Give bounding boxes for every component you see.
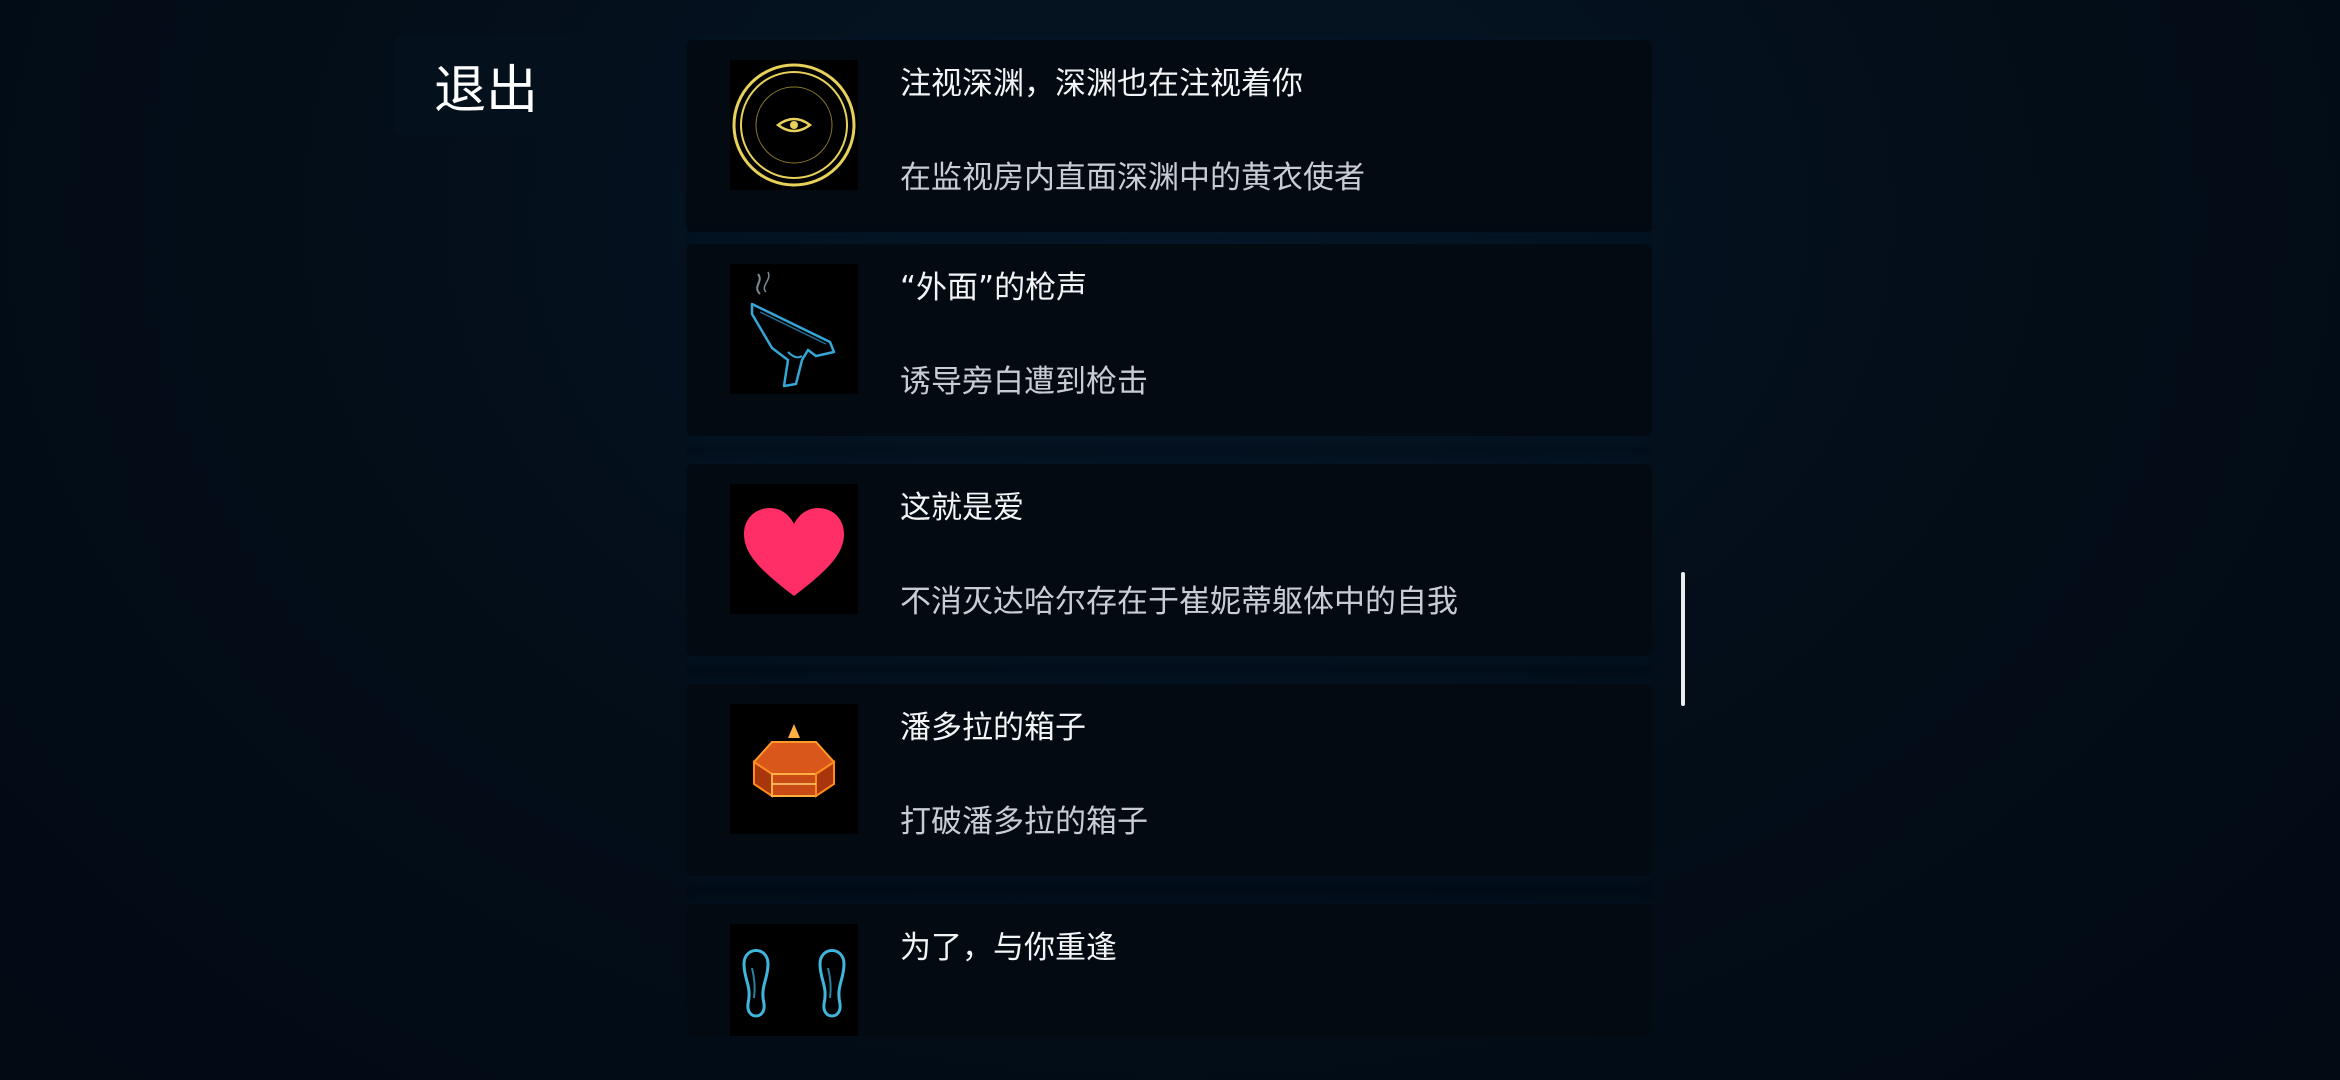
achievement-item[interactable]: 潘多拉的箱子 打破潘多拉的箱子 xyxy=(686,684,1652,876)
achievement-title: 为了，与你重逢 xyxy=(900,930,1117,966)
achievement-title: “外面”的枪声 xyxy=(900,270,1088,306)
pandora-box-icon xyxy=(730,704,858,834)
scrollbar[interactable] xyxy=(1681,572,1685,706)
achievement-list[interactable]: 注视深渊，深渊也在注视着你 在监视房内直面深渊中的黄衣使者 “外面”的枪声 诱导… xyxy=(686,36,1652,1036)
twin-figures-icon xyxy=(730,924,858,1036)
achievement-description: 诱导旁白遭到枪击 xyxy=(900,364,1148,400)
achievement-title: 这就是爱 xyxy=(900,490,1024,526)
eye-circle-icon xyxy=(730,60,858,190)
exit-button[interactable]: 退出 xyxy=(395,35,577,135)
achievement-item[interactable]: 为了，与你重逢 xyxy=(686,904,1652,1036)
achievement-item[interactable]: “外面”的枪声 诱导旁白遭到枪击 xyxy=(686,244,1652,436)
achievement-title: 注视深渊，深渊也在注视着你 xyxy=(900,66,1303,102)
pistol-icon xyxy=(730,264,858,394)
achievement-description: 打破潘多拉的箱子 xyxy=(900,804,1148,840)
achievement-item[interactable]: 这就是爱 不消灭达哈尔存在于崔妮蒂躯体中的自我 xyxy=(686,464,1652,656)
achievement-item[interactable]: 注视深渊，深渊也在注视着你 在监视房内直面深渊中的黄衣使者 xyxy=(686,40,1652,232)
achievement-description: 不消灭达哈尔存在于崔妮蒂躯体中的自我 xyxy=(900,584,1458,620)
heart-icon xyxy=(730,484,858,614)
achievement-description: 在监视房内直面深渊中的黄衣使者 xyxy=(900,160,1365,196)
achievement-title: 潘多拉的箱子 xyxy=(900,710,1086,746)
